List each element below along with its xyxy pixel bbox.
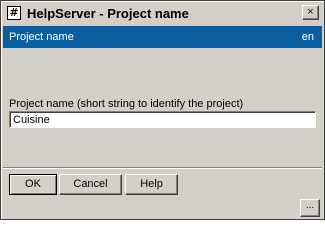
app-icon: #: [7, 6, 21, 20]
header-title: Project name: [9, 31, 74, 43]
language-indicator: en: [301, 31, 314, 43]
header-band: Project name en: [3, 26, 322, 48]
divider: [3, 167, 322, 169]
project-name-input[interactable]: [9, 111, 316, 128]
close-button[interactable]: ×: [302, 5, 319, 20]
status-row: ...: [3, 197, 322, 219]
more-options-button[interactable]: ...: [300, 199, 320, 217]
ok-button[interactable]: OK: [9, 174, 57, 195]
help-button[interactable]: Help: [125, 174, 178, 195]
project-name-label: Project name (short string to identify t…: [9, 98, 244, 110]
close-icon: ×: [307, 6, 314, 18]
dialog-window: # HelpServer - Project name × Project na…: [0, 0, 325, 220]
window-title: HelpServer - Project name: [27, 6, 189, 21]
title-bar[interactable]: # HelpServer - Project name ×: [3, 3, 322, 24]
cancel-button[interactable]: Cancel: [59, 174, 122, 195]
